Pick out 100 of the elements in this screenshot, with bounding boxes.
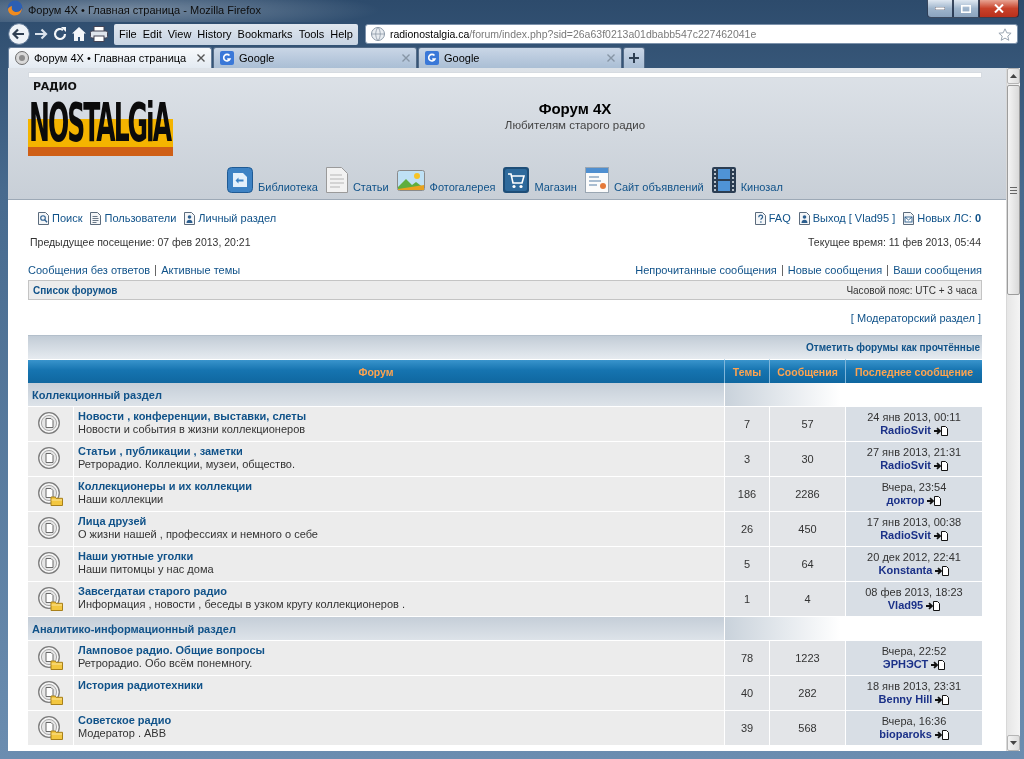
address-field[interactable]: radionostalgia.ca/forum/index.php?sid=26a63f0213a01dbabb547c227462041e — [364, 24, 1018, 44]
quick-link[interactable]: Сообщения без ответов — [28, 264, 151, 276]
quick-link[interactable]: Новые сообщения — [787, 264, 883, 276]
menu-item[interactable]: Bookmarks — [234, 28, 296, 40]
reload-icon[interactable] — [52, 26, 68, 42]
maximize-button[interactable] — [953, 0, 979, 18]
post-count: 2286 — [769, 477, 845, 512]
menu-item[interactable]: History — [194, 28, 235, 40]
column-header: Сообщения — [769, 359, 845, 383]
scrollbar-thumb[interactable] — [1007, 85, 1020, 295]
arrow-page-icon[interactable] — [935, 565, 950, 576]
forum-title-link[interactable]: Советское радио — [78, 714, 172, 727]
close-icon[interactable] — [197, 54, 205, 62]
browser-tab[interactable]: Google — [418, 47, 622, 68]
triangle-up-icon — [1010, 74, 1017, 78]
nav-link[interactable]: Сайт объявлений — [584, 167, 704, 193]
post-count: 64 — [769, 547, 845, 582]
quick-link[interactable]: Активные темы — [161, 264, 241, 276]
user-link[interactable]: Поиск — [38, 211, 83, 225]
forum-title-link[interactable]: Лица друзей — [78, 515, 147, 528]
topic-count: 26 — [724, 512, 769, 547]
arrow-page-icon[interactable] — [933, 460, 948, 471]
forward-icon[interactable] — [33, 26, 49, 42]
nav-link[interactable]: Магазин — [503, 167, 577, 193]
arrow-page-icon[interactable] — [926, 600, 941, 611]
window-title: Форум 4X • Главная страница - Mozilla Firefox — [28, 4, 261, 16]
browser-tab[interactable]: Google — [213, 47, 417, 68]
user-link[interactable]: Новых ЛС: 0 — [903, 211, 981, 225]
last-post-author[interactable]: ЭРНЭСТ — [882, 658, 929, 671]
last-post-author[interactable]: bioparoks — [879, 728, 932, 741]
film-icon — [711, 167, 736, 193]
new-tab-button[interactable] — [623, 47, 645, 68]
last-post-author[interactable]: RadioSvit — [880, 459, 931, 472]
forum-description: Модератор . ABB — [78, 727, 167, 740]
menu-item[interactable]: Tools — [295, 28, 328, 40]
arrow-page-icon[interactable] — [931, 659, 946, 670]
menu-item[interactable]: View — [164, 28, 195, 40]
print-icon[interactable] — [90, 26, 108, 42]
forum-title-link[interactable]: Новости , конференции, выставки, слеты — [78, 410, 307, 423]
column-header: Последнее сообщение — [845, 359, 982, 383]
arrow-page-icon[interactable] — [927, 495, 942, 506]
last-post-time: Вчера, 22:52 — [881, 645, 947, 658]
forum-description: Наши коллекции — [78, 493, 164, 506]
arrow-page-icon[interactable] — [934, 729, 949, 740]
minimize-button[interactable] — [927, 0, 953, 18]
menu-item[interactable]: Edit — [139, 28, 165, 40]
book-icon — [227, 167, 254, 193]
breadcrumb-link[interactable]: Список форумов — [33, 284, 118, 296]
category-title[interactable]: Коллекционный раздел — [28, 383, 724, 407]
moderator-link[interactable]: [ Модераторский раздел ] — [850, 312, 981, 324]
user-link[interactable]: FAQ — [754, 211, 791, 225]
user-link[interactable]: Выход [ Vlad95 ] — [798, 211, 896, 225]
forum-title-link[interactable]: Ламповое радио. Общие вопросы — [78, 644, 265, 657]
arrow-page-icon[interactable] — [933, 530, 948, 541]
last-post-author[interactable]: RadioSvit — [880, 424, 931, 437]
close-button[interactable] — [979, 0, 1019, 18]
scroll-down-button[interactable] — [1007, 735, 1020, 751]
scrollbar[interactable] — [1006, 68, 1020, 751]
star-icon[interactable] — [998, 27, 1012, 41]
arrow-page-icon[interactable] — [935, 694, 950, 705]
quick-link[interactable]: Ваши сообщения — [893, 264, 982, 276]
home-icon[interactable] — [71, 26, 87, 42]
document-icon — [325, 167, 348, 193]
nav-link[interactable]: Кинозал — [711, 167, 783, 193]
forum-title-link[interactable]: Коллекционеры и их коллекции — [78, 480, 253, 493]
user-link[interactable]: Пользователи — [90, 211, 177, 225]
menu-item[interactable]: File — [116, 28, 140, 40]
last-post-time: Вчера, 16:36 — [881, 715, 947, 728]
last-post-time: 27 янв 2013, 21:31 — [866, 446, 962, 459]
column-header: Форум — [28, 359, 724, 383]
forum-title-link[interactable]: История радиотехники — [78, 679, 204, 692]
favicon-icon — [220, 51, 234, 65]
last-post-time: 18 янв 2013, 23:31 — [866, 680, 962, 693]
last-post-author[interactable]: RadioSvit — [880, 529, 931, 542]
last-post-time: 17 янв 2013, 00:38 — [866, 516, 962, 529]
nav-link[interactable]: Библиотека — [227, 167, 318, 193]
user-link[interactable]: Личный раздел — [184, 211, 277, 225]
nav-link[interactable]: Статьи — [325, 167, 389, 193]
forum-title-link[interactable]: Наши уютные уголки — [78, 550, 194, 563]
quick-link[interactable]: Непрочитанные сообщения — [635, 264, 777, 276]
timezone-text: Часовой пояс: UTC + 3 часа — [846, 284, 977, 296]
back-icon[interactable] — [8, 23, 30, 45]
menu-item[interactable]: Help — [327, 28, 356, 40]
category-title[interactable]: Аналитико-информационный раздел — [28, 617, 724, 641]
nav-link[interactable]: Фотогалерея — [396, 167, 496, 193]
arrow-page-icon[interactable] — [933, 425, 948, 436]
last-post-author[interactable]: Konstanta — [878, 564, 933, 577]
browser-tab[interactable]: Форум 4X • Главная страница — [8, 47, 212, 68]
post-count: 4 — [769, 582, 845, 617]
forum-title-link[interactable]: Завсегдатаи старого радио — [78, 585, 227, 598]
envelope-icon — [903, 211, 915, 225]
forum-description: Наши питомцы у нас дома — [78, 563, 214, 576]
last-post-time: 08 фев 2013, 18:23 — [865, 586, 963, 599]
topic-count: 78 — [724, 641, 769, 676]
last-post-author[interactable]: доктор — [886, 494, 925, 507]
forum-title-link[interactable]: Статьи , публикации , заметки — [78, 445, 243, 458]
last-post-author[interactable]: Vlad95 — [887, 599, 924, 612]
scroll-up-button[interactable] — [1007, 68, 1020, 84]
last-post-author[interactable]: Benny Hill — [878, 693, 933, 706]
mark-read-link[interactable]: Отметить форумы как прочтённые — [805, 342, 980, 353]
